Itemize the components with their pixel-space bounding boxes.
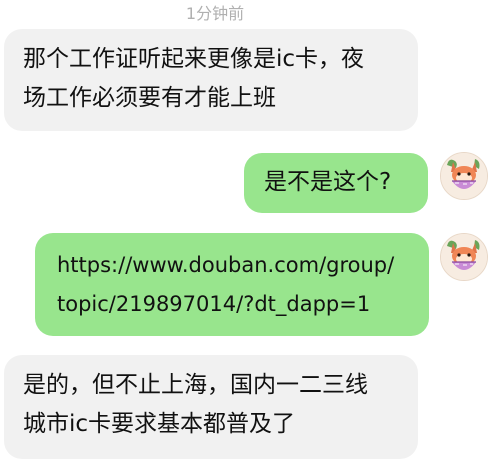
fox-cat-avatar-icon [441, 153, 487, 199]
fox-cat-avatar-icon [441, 234, 487, 280]
message-text-line: 场工作必须要有才能上班 [23, 85, 276, 111]
message-text-line: 城市ic卡要求基本都普及了 [23, 411, 296, 437]
incoming-message-bubble[interactable]: 那个工作证听起来更像是ic卡，夜 场工作必须要有才能上班 [4, 29, 418, 131]
message-text-line: 是不是这个? [264, 169, 392, 195]
outgoing-link-bubble[interactable]: https://www.douban.com/group/ topic/2198… [35, 233, 429, 336]
message-text-line: 那个工作证听起来更像是ic卡，夜 [23, 46, 365, 72]
link-text-line[interactable]: https://www.douban.com/group/ [57, 246, 429, 285]
incoming-message-bubble[interactable]: 是的，但不止上海，国内一二三线 城市ic卡要求基本都普及了 [4, 355, 418, 459]
user-avatar[interactable] [440, 152, 488, 200]
message-text-line: 是的，但不止上海，国内一二三线 [23, 372, 368, 398]
link-text-line[interactable]: topic/219897014/?dt_dapp=1 [57, 285, 429, 324]
message-timestamp: 1分钟前 [185, 4, 245, 23]
outgoing-message-bubble[interactable]: 是不是这个? [244, 153, 428, 213]
user-avatar[interactable] [440, 233, 488, 281]
